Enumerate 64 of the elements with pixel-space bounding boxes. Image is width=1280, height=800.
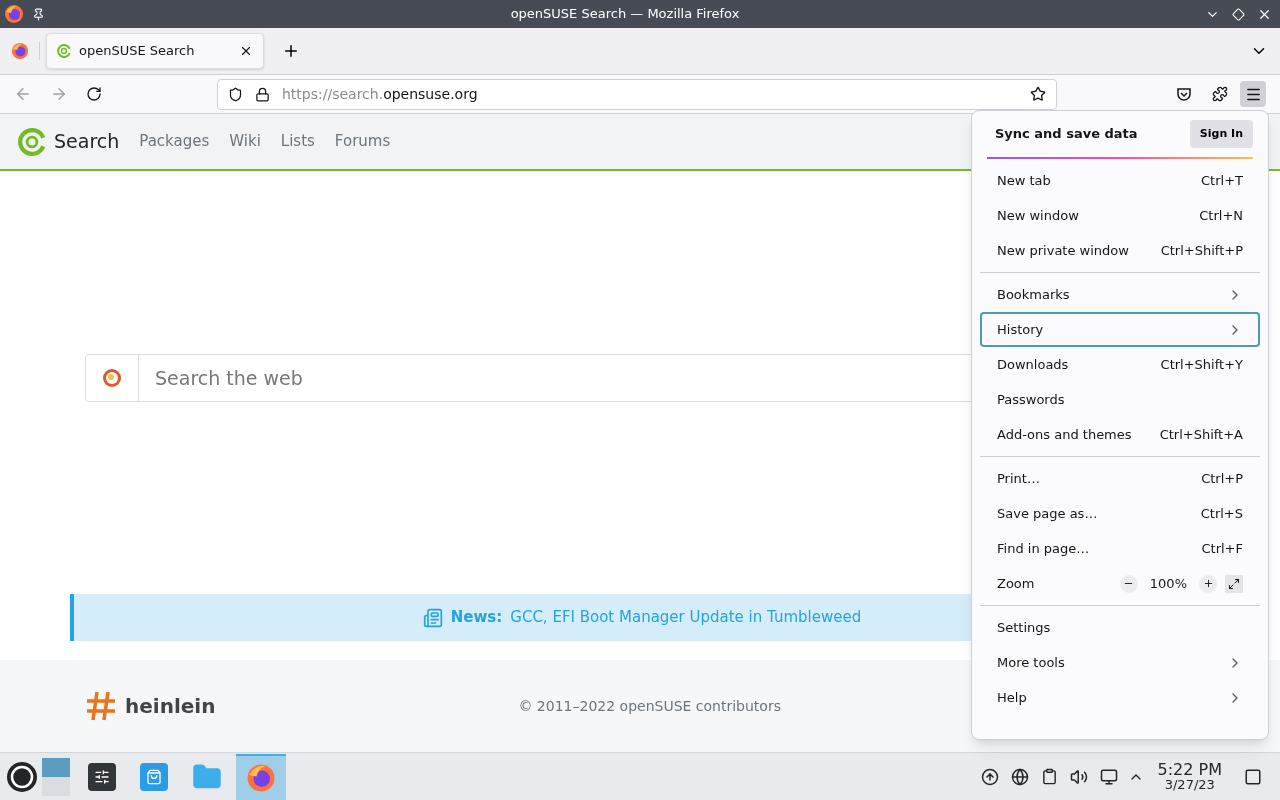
clipboard-icon[interactable] bbox=[1040, 768, 1058, 785]
menu-item[interactable]: Print… Ctrl+P bbox=[980, 461, 1260, 496]
menu-item[interactable]: Save page as… Ctrl+S bbox=[980, 496, 1260, 531]
maximize-icon[interactable] bbox=[1232, 7, 1245, 21]
volume-icon[interactable] bbox=[1069, 767, 1088, 786]
newspaper-icon bbox=[422, 607, 443, 628]
nav-link[interactable]: Packages bbox=[139, 130, 210, 153]
browser-tab[interactable]: openSUSE Search bbox=[46, 33, 264, 69]
nav-link[interactable]: Lists bbox=[280, 130, 315, 153]
menu-item[interactable]: Add-ons and themes Ctrl+Shift+A bbox=[980, 417, 1260, 452]
browser-logo-icon bbox=[4, 4, 24, 24]
chameleon-logo-icon bbox=[57, 44, 71, 58]
sponsor-name: heinlein bbox=[125, 693, 216, 720]
plus-icon bbox=[1202, 578, 1214, 589]
menu-item[interactable]: Settings bbox=[980, 610, 1260, 645]
reload-icon[interactable] bbox=[86, 86, 102, 102]
menu-item[interactable]: Find in page… Ctrl+F bbox=[980, 531, 1260, 566]
lock-icon[interactable] bbox=[255, 86, 270, 102]
start-menu-icon[interactable] bbox=[6, 760, 38, 793]
menu-button[interactable] bbox=[1240, 81, 1266, 107]
display-icon[interactable] bbox=[1099, 767, 1118, 786]
network-globe-icon[interactable] bbox=[1010, 767, 1029, 786]
bookmark-star-icon[interactable] bbox=[1030, 86, 1046, 102]
close-tab-icon[interactable] bbox=[239, 44, 253, 58]
copyright-text: © 2011–2022 openSUSE contributors bbox=[518, 696, 781, 716]
window-title: openSUSE Search — Mozilla Firefox bbox=[509, 5, 741, 24]
menu-item[interactable]: Downloads Ctrl+Shift+Y bbox=[980, 347, 1260, 382]
update-icon[interactable] bbox=[980, 767, 999, 786]
extensions-icon[interactable] bbox=[1212, 86, 1228, 102]
hash-logo-icon bbox=[85, 690, 117, 722]
menu-item[interactable]: Help bbox=[980, 680, 1260, 715]
zoom-level: 100% bbox=[1148, 574, 1188, 593]
nav-link[interactable]: Wiki bbox=[229, 130, 261, 153]
menu-item[interactable]: New window Ctrl+N bbox=[980, 198, 1260, 233]
pocket-icon[interactable] bbox=[1176, 86, 1192, 102]
firefox-view-icon[interactable] bbox=[10, 42, 29, 60]
news-label: News: bbox=[450, 607, 503, 629]
menu-item[interactable]: History bbox=[980, 312, 1260, 347]
expand-arrows-icon bbox=[1228, 577, 1240, 590]
url-text: https://search.opensuse.org bbox=[282, 84, 479, 104]
settings-app-icon[interactable] bbox=[88, 762, 116, 791]
menu-item[interactable]: Passwords bbox=[980, 382, 1260, 417]
zoom-in-button[interactable] bbox=[1199, 574, 1217, 593]
address-field[interactable]: https://search.opensuse.org bbox=[217, 78, 1057, 110]
pin-icon[interactable] bbox=[32, 7, 45, 21]
show-desktop-icon[interactable] bbox=[1244, 767, 1262, 786]
menu-item[interactable]: New tab Ctrl+T bbox=[980, 163, 1260, 198]
menu-item[interactable]: New private window Ctrl+Shift+P bbox=[980, 233, 1260, 268]
chameleon-logo-icon bbox=[18, 127, 46, 156]
nav-link[interactable]: Forums bbox=[334, 130, 391, 153]
sync-heading: Sync and save data bbox=[995, 125, 1138, 144]
store-app-icon[interactable] bbox=[140, 762, 168, 791]
clock[interactable]: 5:22 PM 3/27/23 bbox=[1157, 761, 1222, 792]
browser-task-button[interactable] bbox=[236, 753, 286, 800]
brand-name: Search bbox=[54, 129, 120, 155]
duck-logo-icon bbox=[102, 368, 122, 388]
fullscreen-button[interactable] bbox=[1225, 574, 1243, 593]
shield-icon[interactable] bbox=[228, 86, 243, 102]
menu-item[interactable]: More tools bbox=[980, 645, 1260, 680]
menu-item-label: Zoom bbox=[997, 574, 1035, 593]
sign-in-button[interactable]: Sign In bbox=[1189, 119, 1253, 149]
menu-item[interactable]: Bookmarks bbox=[980, 277, 1260, 312]
new-tab-icon[interactable] bbox=[282, 42, 300, 60]
browser-app-icon bbox=[246, 762, 276, 793]
